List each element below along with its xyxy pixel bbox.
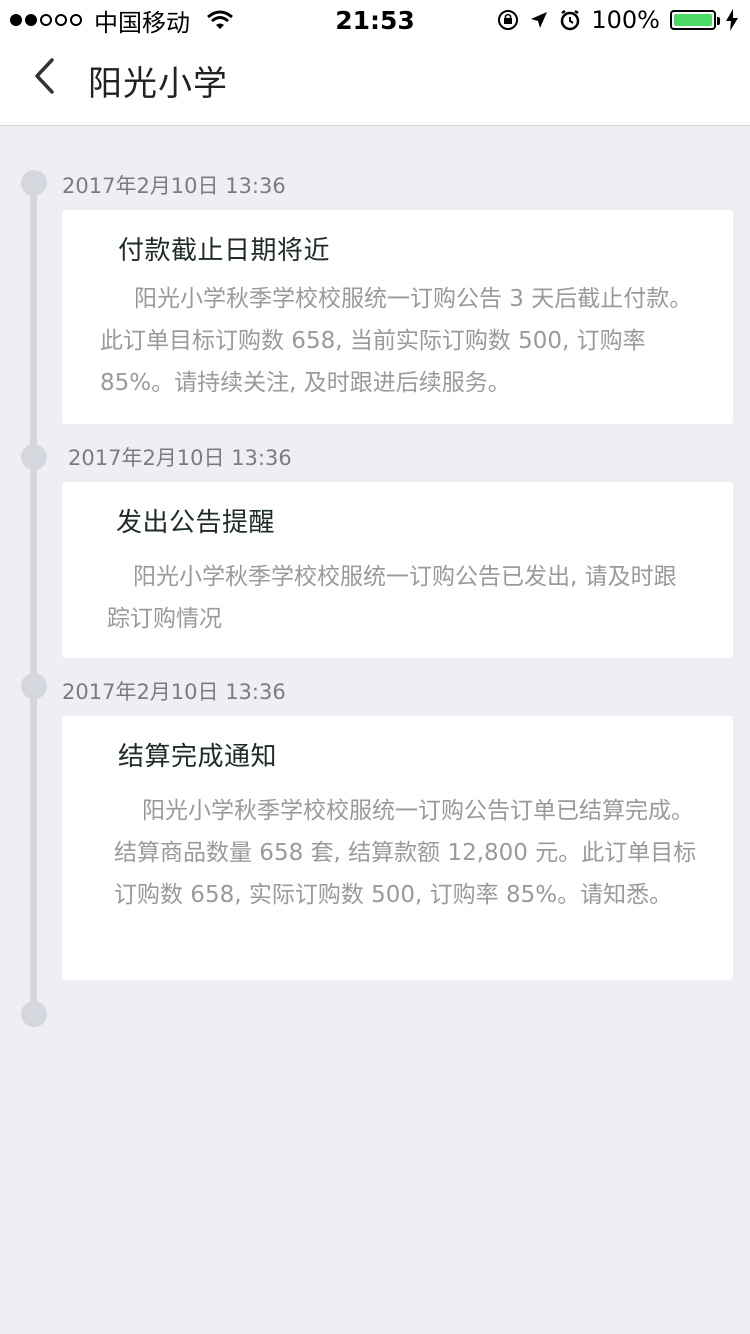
battery-level-fill bbox=[674, 14, 712, 26]
chevron-left-icon bbox=[35, 58, 54, 94]
status-right: 100% bbox=[497, 6, 738, 34]
timeline-timestamp: 2017年2月10日 13:36 bbox=[62, 680, 286, 704]
alarm-icon bbox=[561, 9, 580, 31]
battery-percent: 100% bbox=[591, 6, 660, 34]
battery-icon bbox=[670, 10, 720, 30]
orientation-lock-icon bbox=[498, 10, 519, 30]
timeline-line bbox=[30, 182, 37, 1014]
timeline-end-node bbox=[21, 1001, 47, 1027]
card-title: 发出公告提醒 bbox=[116, 508, 276, 538]
timeline-timestamp: 2017年2月10日 13:36 bbox=[68, 446, 292, 470]
card-body: 阳光小学秋季学校校服统一订购公告 3 天后截止付款。此订单目标订购数 658, … bbox=[100, 286, 693, 396]
notification-card[interactable]: 结算完成通知 阳光小学秋季学校校服统一订购公告订单已结算完成。结算商品数量 65… bbox=[62, 716, 733, 980]
notification-card[interactable]: 发出公告提醒 阳光小学秋季学校校服统一订购公告已发出, 请及时跟踪订购情况 bbox=[62, 482, 733, 658]
card-body: 阳光小学秋季学校校服统一订购公告订单已结算完成。结算商品数量 658 套, 结算… bbox=[114, 798, 697, 908]
location-icon bbox=[531, 12, 548, 28]
card-body: 阳光小学秋季学校校服统一订购公告已发出, 请及时跟踪订购情况 bbox=[107, 564, 677, 632]
timeline-timestamp: 2017年2月10日 13:36 bbox=[62, 174, 286, 198]
timeline-node bbox=[21, 170, 47, 196]
timeline-node bbox=[21, 673, 47, 699]
card-title: 结算完成通知 bbox=[118, 742, 278, 772]
back-button[interactable] bbox=[24, 54, 64, 98]
notification-card[interactable]: 付款截止日期将近 阳光小学秋季学校校服统一订购公告 3 天后截止付款。此订单目标… bbox=[62, 210, 733, 424]
timeline-node bbox=[21, 444, 47, 470]
charging-icon bbox=[726, 9, 738, 31]
card-title: 付款截止日期将近 bbox=[118, 236, 331, 266]
status-bar: 中国移动 21:53 100% bbox=[0, 0, 750, 40]
page-title: 阳光小学 bbox=[88, 64, 228, 104]
nav-bar: 阳光小学 bbox=[0, 40, 750, 126]
